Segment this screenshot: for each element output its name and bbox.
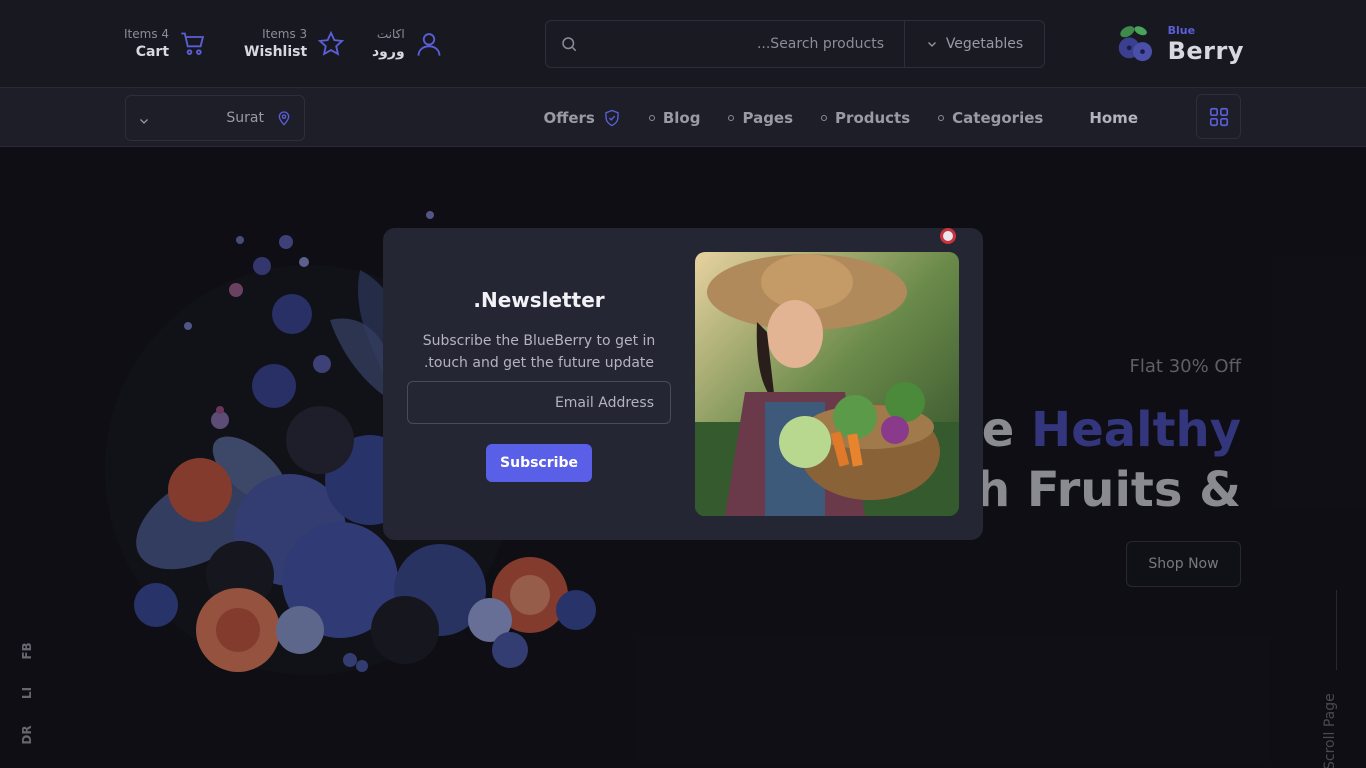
nav-home[interactable]: Home (1089, 109, 1138, 127)
logo[interactable]: Blue Berry (1114, 22, 1244, 68)
menu-grid-button[interactable] (1196, 94, 1241, 139)
subscribe-button[interactable]: Subscribe (486, 444, 592, 482)
newsletter-description: Subscribe the BlueBerry to get in .touch… (422, 333, 656, 371)
location-pin-icon (276, 110, 292, 126)
account-top: اكانت (376, 27, 405, 41)
nav-categories-label: Categories (952, 108, 1044, 127)
location-label: Surat (226, 110, 264, 126)
logo-small-text: Blue (1167, 24, 1196, 37)
nav-blog[interactable]: Blog (648, 108, 701, 127)
nav-categories[interactable]: Categories (938, 109, 1043, 127)
nav-bar: Surat Offers Blog Pages Products Categor… (0, 88, 1366, 147)
logo-name: Berry (1167, 37, 1244, 65)
bullet-icon (728, 114, 735, 121)
email-field[interactable] (407, 381, 671, 424)
nav-blog-label: Blog (662, 108, 701, 127)
nav-offers[interactable]: Offers (543, 109, 620, 127)
chevron-down-icon (138, 112, 150, 124)
star-icon (317, 30, 345, 58)
top-header: Items 4 Cart Items 3 Wishlist اكانت ورود (0, 0, 1366, 88)
chevron-down-icon (926, 38, 938, 50)
nav-products-label: Products (835, 108, 911, 127)
account-label: ورود (372, 44, 405, 60)
category-select[interactable]: Vegetables (904, 21, 1044, 67)
user-icon (415, 30, 443, 58)
nav-pages-label: Pages (742, 108, 794, 127)
main-nav: Offers Blog Pages Products Categories Ho… (543, 88, 1138, 147)
wishlist-count: Items 3 (262, 27, 308, 41)
newsletter-title: .Newsletter (473, 288, 605, 312)
cart-link[interactable]: Items 4 Cart (124, 24, 207, 64)
bullet-icon (821, 114, 828, 121)
farmer-photo (695, 252, 959, 516)
wishlist-label: Wishlist (244, 44, 308, 60)
wishlist-link[interactable]: Items 3 Wishlist (244, 24, 345, 64)
search-input[interactable] (578, 21, 904, 67)
shield-check-icon (603, 109, 621, 127)
cart-count: Items 4 (124, 27, 170, 41)
nav-offers-label: Offers (543, 108, 595, 127)
category-label: Vegetables (945, 36, 1024, 52)
blueberry-logo-icon (1118, 26, 1153, 62)
nav-products[interactable]: Products (821, 109, 910, 127)
search-bar: Vegetables (545, 20, 1045, 68)
cart-icon (179, 30, 207, 58)
nav-pages[interactable]: Pages (728, 109, 793, 127)
location-select[interactable]: Surat (125, 95, 305, 141)
account-link[interactable]: اكانت ورود (372, 24, 443, 64)
bullet-icon (648, 114, 655, 121)
close-button[interactable] (940, 228, 956, 244)
cart-label: Cart (135, 44, 170, 60)
grid-icon (1209, 107, 1228, 126)
search-icon[interactable] (560, 35, 578, 53)
bullet-icon (938, 114, 945, 121)
